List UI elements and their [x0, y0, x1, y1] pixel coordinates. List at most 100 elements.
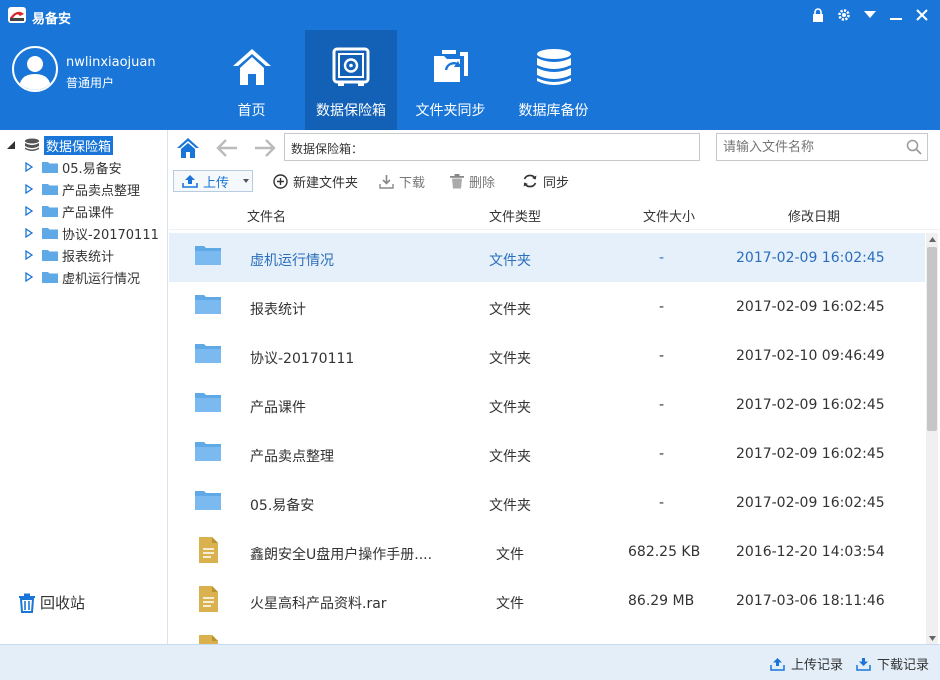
file-name: 协议-20170111	[250, 351, 355, 367]
sync-button[interactable]: 同步	[522, 170, 569, 192]
tree-item[interactable]: 协议-20170111	[24, 222, 159, 244]
home-icon[interactable]	[176, 137, 200, 159]
tree-item[interactable]: 报表统计	[24, 244, 114, 266]
scrollbar[interactable]	[926, 233, 938, 644]
file-size: -	[659, 446, 665, 462]
scroll-down-arrow-icon[interactable]	[926, 632, 938, 644]
app-title: 易备安	[32, 12, 72, 27]
plus-circle-icon	[273, 173, 288, 189]
sidebar: 数据保险箱 05.易备安 产品卖点整理 产品课件 协议-20170111 报表统…	[0, 130, 168, 644]
tree-item[interactable]: 虚机运行情况	[24, 266, 140, 288]
file-row[interactable]: 05.易备安 文件夹 - 2017-02-09 16:02:45	[169, 478, 925, 527]
file-type: 文件夹	[489, 400, 531, 416]
expanded-arrow-icon[interactable]	[6, 140, 16, 150]
search-icon[interactable]	[906, 139, 922, 155]
file-date: 2017-02-09 16:02:45	[736, 446, 885, 462]
upload-icon	[182, 175, 198, 188]
nav-folder-sync[interactable]: 文件夹同步	[399, 30, 502, 130]
file-type: 文件夹	[489, 302, 531, 318]
file-row[interactable]: 火星高科产品资料.rar 文件 86.29 MB 2017-03-06 18:11:4…	[169, 576, 925, 625]
recycle-label: 回收站	[40, 594, 86, 612]
nav-data-safe[interactable]: 数据保险箱	[305, 30, 397, 130]
file-row[interactable]: 产品课件 文件夹 - 2017-02-09 16:02:45	[169, 380, 925, 429]
file-row[interactable]	[169, 625, 925, 644]
app-logo-icon	[8, 7, 26, 23]
column-header-type[interactable]: 文件类型	[489, 206, 541, 225]
download-icon	[379, 174, 394, 189]
document-icon	[199, 537, 218, 563]
folder-icon	[195, 393, 221, 412]
close-icon[interactable]	[914, 6, 930, 24]
upload-label: 上传	[203, 175, 230, 191]
tree-root[interactable]: 数据保险箱	[6, 134, 114, 156]
folder-icon	[42, 184, 58, 195]
collapsed-arrow-icon[interactable]	[24, 206, 34, 216]
caret-down-icon	[243, 179, 250, 183]
user-icon	[19, 56, 51, 90]
delete-button[interactable]: 删除	[450, 170, 495, 192]
tree-item-label: 协议-20170111	[62, 227, 159, 243]
collapsed-arrow-icon[interactable]	[24, 162, 34, 172]
tree-item[interactable]: 产品课件	[24, 200, 114, 222]
sync-label: 同步	[543, 175, 570, 191]
recycle-bin[interactable]: 回收站	[18, 592, 85, 613]
search-input[interactable]	[717, 134, 897, 160]
upload-icon	[770, 657, 785, 671]
file-name: 05.易备安	[250, 498, 315, 514]
folder-icon	[42, 162, 58, 173]
folder-icon	[195, 246, 221, 265]
nav-home[interactable]: 首页	[200, 30, 303, 130]
settings-icon[interactable]	[836, 6, 852, 24]
user-role: 普通用户	[66, 76, 115, 90]
database-icon	[25, 138, 39, 151]
folder-icon	[42, 250, 58, 261]
avatar[interactable]	[12, 46, 58, 92]
folder-icon	[195, 295, 221, 314]
file-type: 文件夹	[489, 351, 531, 367]
document-icon	[199, 635, 218, 644]
new-folder-label: 新建文件夹	[293, 175, 359, 191]
upload-log-link[interactable]: 上传记录	[770, 654, 843, 673]
file-size: -	[659, 250, 665, 266]
file-list-header: 文件名 文件类型 文件大小 修改日期	[169, 198, 940, 230]
file-name: 产品卖点整理	[250, 449, 334, 465]
trash-icon	[19, 593, 35, 613]
scroll-thumb[interactable]	[927, 247, 937, 431]
column-header-name[interactable]: 文件名	[247, 206, 286, 225]
collapsed-arrow-icon[interactable]	[24, 250, 34, 260]
file-date: 2017-02-09 16:02:45	[736, 397, 885, 413]
collapsed-arrow-icon[interactable]	[24, 228, 34, 238]
collapsed-arrow-icon[interactable]	[24, 272, 34, 282]
file-list: 虚机运行情况 文件夹 -2017-02-09 16:02:45 报表统计 文件夹 -201…	[169, 233, 925, 644]
file-row[interactable]: 虚机运行情况 文件夹 - 2017-02-09 16:02:45	[169, 233, 925, 282]
scroll-up-arrow-icon[interactable]	[926, 233, 938, 245]
file-date: 2017-02-09 16:02:45	[736, 299, 885, 315]
path-field[interactable]: 数据保险箱：	[284, 133, 700, 161]
forward-arrow-icon[interactable]	[253, 137, 277, 159]
file-row[interactable]: 鑫朗安全U盘用户操作手册.... 文件 682.25 KB 2016-12-20 14…	[169, 527, 925, 576]
column-header-date[interactable]: 修改日期	[788, 206, 840, 225]
main-nav: 首页 数据保险箱 文件夹同步 数据库备份	[200, 30, 605, 130]
tree-item[interactable]: 产品卖点整理	[24, 178, 140, 200]
trash-icon	[450, 173, 464, 188]
file-row[interactable]: 协议-20170111 文件夹 - 2017-02-10 09:46:49	[169, 331, 925, 380]
file-size: 86.29 MB	[628, 593, 695, 609]
file-name: 报表统计	[250, 302, 306, 318]
collapsed-arrow-icon[interactable]	[24, 184, 34, 194]
minimize-icon[interactable]	[888, 6, 904, 24]
file-row[interactable]: 报表统计 文件夹 - 2017-02-09 16:02:45	[169, 282, 925, 331]
back-arrow-icon[interactable]	[215, 137, 239, 159]
download-log-link[interactable]: 下载记录	[856, 654, 929, 673]
file-date: 2017-03-06 18:11:46	[736, 593, 885, 609]
upload-button[interactable]: 上传	[173, 170, 253, 192]
download-button[interactable]: 下载	[379, 170, 425, 192]
file-size: -	[659, 495, 665, 511]
tree-item[interactable]: 05.易备安	[24, 156, 122, 178]
column-header-size[interactable]: 文件大小	[643, 206, 695, 225]
new-folder-button[interactable]: 新建文件夹	[273, 170, 358, 192]
folder-icon	[42, 228, 58, 239]
nav-db-backup[interactable]: 数据库备份	[502, 30, 605, 130]
dropdown-menu-icon[interactable]	[862, 6, 878, 24]
lock-icon[interactable]	[810, 6, 826, 24]
file-row[interactable]: 产品卖点整理 文件夹 - 2017-02-09 16:02:45	[169, 429, 925, 478]
